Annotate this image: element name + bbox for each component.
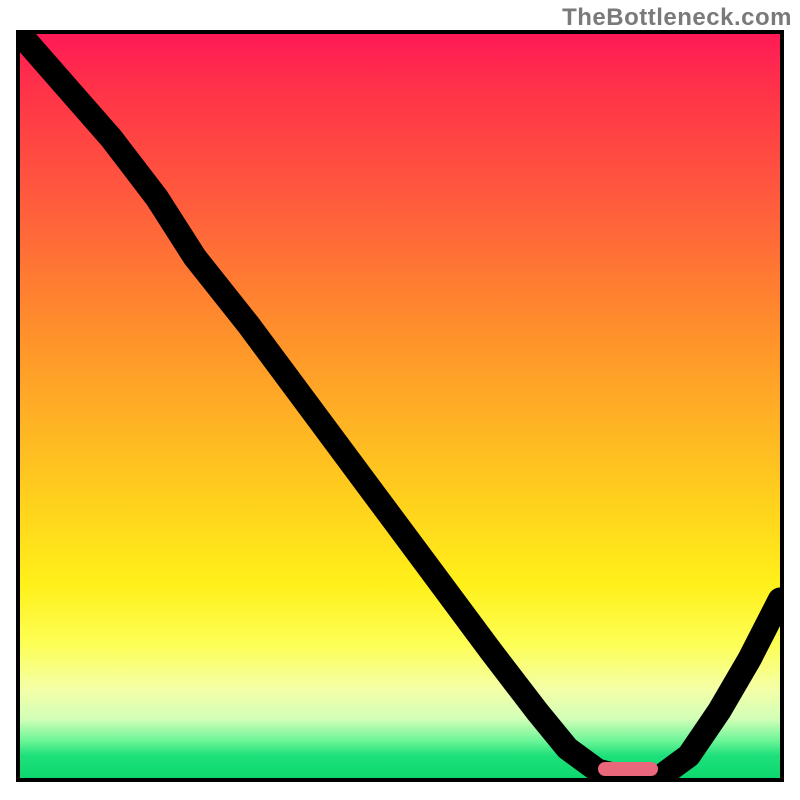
curve-svg xyxy=(20,34,780,778)
watermark-text: TheBottleneck.com xyxy=(562,4,792,32)
plot-frame xyxy=(16,30,784,782)
bottleneck-curve xyxy=(20,34,780,778)
stage: TheBottleneck.com xyxy=(0,0,800,800)
optimal-range-marker xyxy=(598,762,659,776)
